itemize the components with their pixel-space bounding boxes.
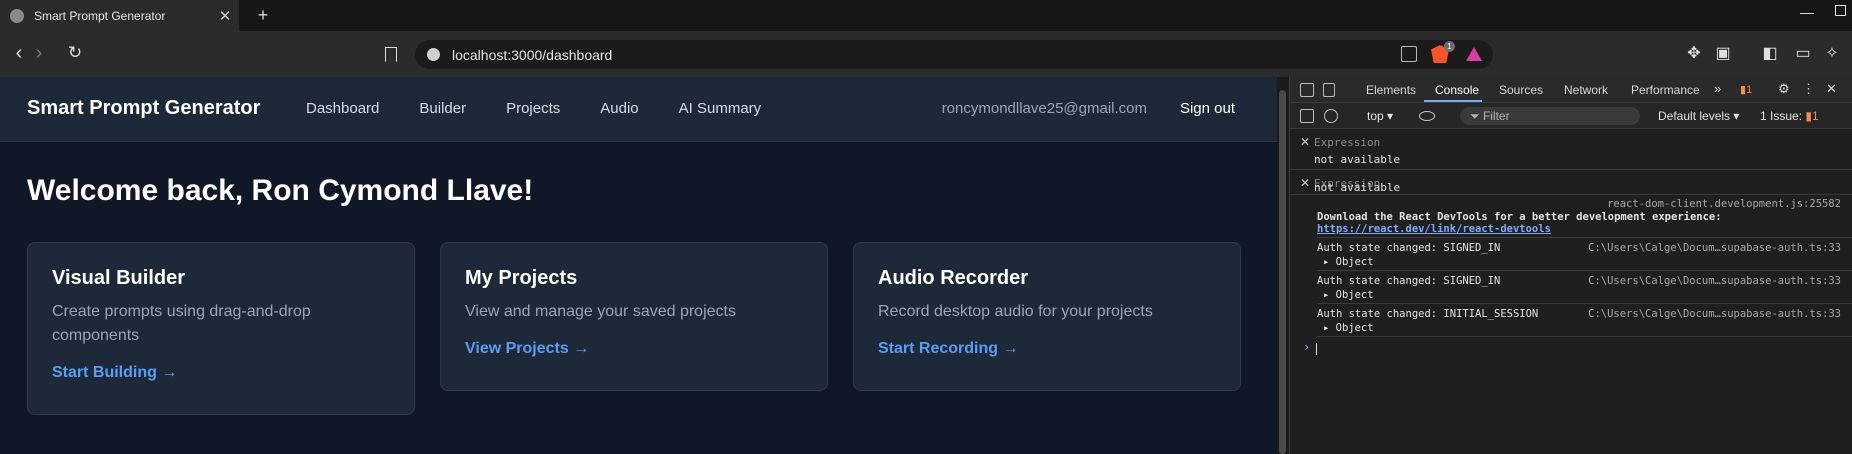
error-badge[interactable]: ▮1 — [1740, 83, 1752, 96]
card-title: My Projects — [465, 267, 578, 289]
nav-dashboard[interactable]: Dashboard — [306, 100, 379, 117]
log-divider — [1317, 237, 1852, 238]
log-message: Auth state changed: SIGNED_IN — [1317, 242, 1501, 254]
react-devtools-link[interactable]: https://react.dev/link/react-devtools — [1317, 223, 1551, 235]
log-divider — [1317, 336, 1852, 337]
sidebar-toggle-icon[interactable] — [1300, 109, 1314, 123]
log-source-link[interactable]: react-dom-client.development.js:25582 — [1607, 198, 1841, 210]
object-expander[interactable]: ▸ Object — [1323, 289, 1374, 301]
close-tab-icon[interactable]: ✕ — [215, 7, 235, 25]
log-message: Auth state changed: SIGNED_IN — [1317, 275, 1501, 287]
close-devtools-icon[interactable]: ✕ — [1826, 81, 1837, 97]
remove-expression-icon[interactable]: ✕ — [1300, 135, 1310, 149]
nav-projects[interactable]: Projects — [506, 100, 560, 117]
console-toolbar: top ▾ ⏷ Filter Default levels ▾ 1 Issue:… — [1290, 103, 1852, 129]
card-title: Audio Recorder — [878, 267, 1029, 289]
context-selector[interactable]: top ▾ — [1367, 109, 1393, 123]
filter-placeholder: Filter — [1482, 109, 1510, 123]
expression-value: not available — [1314, 181, 1401, 194]
bookmark-icon[interactable] — [385, 47, 397, 62]
page-title: Welcome back, Ron Cymond Llave! — [27, 174, 534, 207]
live-expression-eye-icon[interactable] — [1419, 111, 1435, 121]
page-scrollbar-thumb[interactable] — [1279, 90, 1286, 454]
leo-icon[interactable]: ▣ — [1713, 44, 1733, 64]
tab-performance[interactable]: Performance — [1631, 83, 1700, 97]
app-header: Smart Prompt Generator Dashboard Builder… — [0, 77, 1277, 142]
devtools-tab-bar: Elements Console Sources Network Perform… — [1290, 77, 1852, 103]
issues-counter[interactable]: 1 Issue: ▮1 — [1760, 109, 1819, 123]
card-description: View and manage your saved projects — [465, 303, 736, 320]
new-tab-button[interactable]: + — [252, 4, 274, 26]
log-divider — [1317, 270, 1852, 271]
active-tab-indicator — [1424, 100, 1482, 102]
browser-tab-strip: Smart Prompt Generator ✕ + — — [0, 0, 1852, 31]
globe-icon — [10, 8, 24, 23]
log-divider — [1317, 303, 1852, 304]
log-source-link[interactable]: C:\Users\Calge\Docum…supabase-auth.ts:33 — [1588, 275, 1841, 287]
console-filter-input[interactable]: ⏷ Filter — [1460, 107, 1640, 125]
more-tabs-icon[interactable]: » — [1714, 81, 1721, 96]
maximize-icon[interactable] — [1835, 5, 1846, 16]
card-audio-recorder: Audio Recorder Record desktop audio for … — [853, 242, 1241, 391]
tab-title: Smart Prompt Generator — [34, 8, 166, 23]
nav-audio[interactable]: Audio — [600, 100, 638, 117]
console-input[interactable] — [1316, 343, 1317, 355]
browser-tab[interactable]: Smart Prompt Generator ✕ — [0, 0, 239, 31]
log-message: Auth state changed: INITIAL_SESSION — [1317, 308, 1539, 320]
wallet-icon[interactable]: ▭ — [1793, 44, 1813, 64]
expression-value: not available — [1314, 153, 1401, 166]
shields-count-badge: 1 — [1444, 41, 1455, 52]
extensions-icon[interactable]: ✥ — [1684, 44, 1704, 64]
settings-gear-icon[interactable]: ⚙ — [1778, 81, 1790, 97]
site-info-icon[interactable] — [427, 48, 440, 61]
issues-count-badge: ▮1 — [1805, 109, 1819, 123]
reload-icon[interactable]: ↻ — [62, 41, 88, 67]
console-prompt-icon: › — [1303, 340, 1311, 354]
log-source-link[interactable]: C:\Users\Calge\Docum…supabase-auth.ts:33 — [1588, 308, 1841, 320]
start-recording-link[interactable]: Start Recording → — [878, 340, 1216, 358]
minimize-icon[interactable]: — — [1800, 4, 1814, 20]
devtools-panel: Elements Console Sources Network Perform… — [1289, 77, 1852, 454]
web-page: Smart Prompt Generator Dashboard Builder… — [0, 77, 1277, 454]
card-description: Create prompts using drag-and-drop compo… — [52, 303, 311, 344]
device-toolbar-icon[interactable] — [1323, 83, 1335, 97]
inspect-element-icon[interactable] — [1300, 83, 1314, 97]
object-expander[interactable]: ▸ Object — [1323, 256, 1374, 268]
main-nav: Dashboard Builder Projects Audio AI Summ… — [306, 100, 761, 117]
tab-network[interactable]: Network — [1564, 83, 1608, 97]
issues-label: 1 Issue: — [1760, 109, 1803, 123]
error-count: 1 — [1746, 84, 1753, 96]
nav-ai-summary[interactable]: AI Summary — [679, 100, 762, 117]
brave-rewards-icon[interactable] — [1466, 47, 1482, 61]
card-visual-builder: Visual Builder Create prompts using drag… — [27, 242, 415, 415]
issues-count-value: 1 — [1811, 109, 1819, 123]
tab-console[interactable]: Console — [1435, 83, 1479, 97]
clear-console-icon[interactable] — [1324, 109, 1338, 123]
log-source-link[interactable]: C:\Users\Calge\Docum…supabase-auth.ts:33 — [1588, 242, 1841, 254]
card-description: Record desktop audio for your projects — [878, 303, 1153, 320]
card-my-projects: My Projects View and manage your saved p… — [440, 242, 828, 391]
tab-sources[interactable]: Sources — [1499, 83, 1543, 97]
view-projects-link[interactable]: View Projects → — [465, 340, 803, 358]
start-building-link[interactable]: Start Building → — [52, 364, 390, 382]
devtools-menu-icon[interactable]: ⋮ — [1802, 81, 1815, 97]
log-levels-dropdown[interactable]: Default levels ▾ — [1658, 109, 1739, 123]
expression-label[interactable]: Expression — [1314, 136, 1380, 149]
app-brand[interactable]: Smart Prompt Generator — [27, 97, 260, 120]
sign-out-button[interactable]: Sign out — [1180, 100, 1235, 117]
user-email: roncymondllave25@gmail.com — [941, 100, 1147, 117]
browser-toolbar: ‹ › ↻ localhost:3000/dashboard 1 ✥ ▣ ◧ ▭… — [0, 31, 1852, 77]
address-bar[interactable]: localhost:3000/dashboard 1 — [415, 40, 1493, 69]
sidebar-icon[interactable]: ◧ — [1760, 44, 1780, 64]
tab-elements[interactable]: Elements — [1366, 83, 1416, 97]
nav-builder[interactable]: Builder — [419, 100, 466, 117]
share-icon[interactable] — [1401, 46, 1417, 62]
card-title: Visual Builder — [52, 267, 186, 289]
leo-ai-icon[interactable]: ✧ — [1822, 44, 1842, 64]
forward-icon[interactable]: › — [26, 41, 52, 67]
url-text[interactable]: localhost:3000/dashboard — [452, 47, 612, 63]
live-expression: ✕ Expression not available — [1290, 129, 1852, 170]
object-expander[interactable]: ▸ Object — [1323, 322, 1374, 334]
log-message: Download the React DevTools for a better… — [1317, 211, 1722, 223]
